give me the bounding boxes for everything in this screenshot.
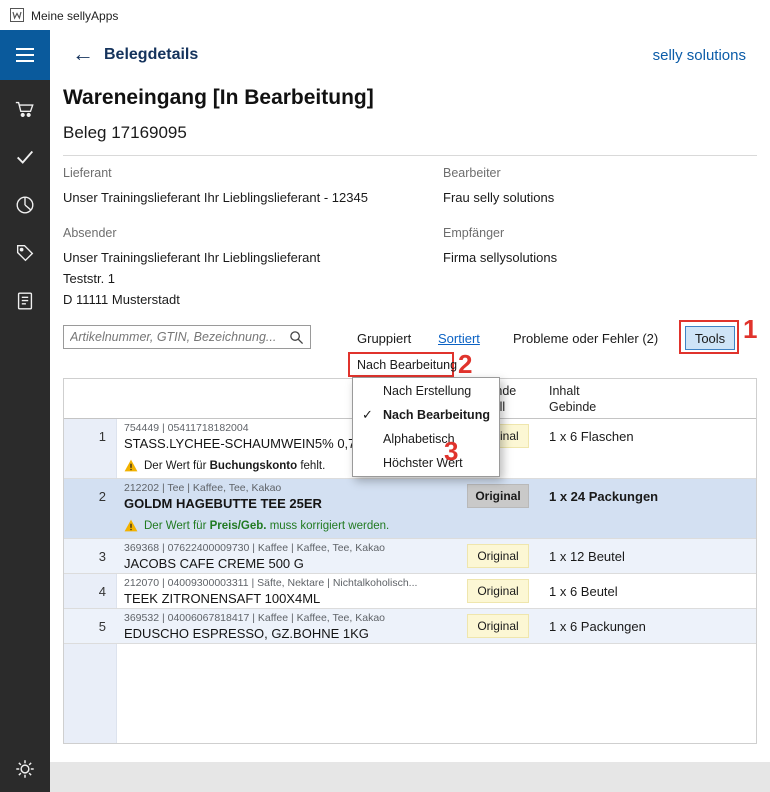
field-label: Lieferant <box>63 166 423 180</box>
article-meta: 369532 | 04006067818417 | Kaffee | Kaffe… <box>124 612 461 624</box>
annotation-number-3: 3 <box>444 436 458 467</box>
content-cell: 1 x 24 Packungen <box>541 479 756 513</box>
article-cell: 369368 | 07622400009730 | Kaffee | Kaffe… <box>116 539 461 573</box>
article-meta: 212202 | Tee | Kaffee, Tee, Kakao <box>124 482 461 494</box>
brand-label: selly solutions <box>653 47 746 64</box>
settings-icon[interactable] <box>0 754 50 784</box>
search-icon[interactable] <box>289 330 304 345</box>
sidebar <box>0 30 50 792</box>
article-name: JACOBS CAFE CREME 500 G <box>124 556 461 571</box>
field-label: Empfänger <box>443 226 770 240</box>
article-cell: 212070 | 04009300003311 | Säfte, Nektare… <box>116 574 461 608</box>
article-meta: 369368 | 07622400009730 | Kaffee | Kaffe… <box>124 542 461 554</box>
menu-item-nach-erstellung[interactable]: Nach Erstellung <box>353 379 499 403</box>
warning-icon <box>124 519 138 532</box>
annotation-number-1: 1 <box>743 314 757 345</box>
annotation-number-2: 2 <box>458 349 472 380</box>
status-badge[interactable]: Original <box>467 544 529 568</box>
search-input[interactable] <box>64 330 289 344</box>
check-icon[interactable] <box>0 142 50 172</box>
field-value: Unser Trainingslieferant Ihr Lieblingsli… <box>63 247 423 268</box>
header-line: Inhalt <box>549 383 756 399</box>
menu-icon[interactable] <box>0 30 50 80</box>
window-title: Meine sellyApps <box>31 9 118 23</box>
article-name: GOLDM HAGEBUTTE TEE 25ER <box>124 496 461 511</box>
pivot-sortiert[interactable]: Sortiert <box>438 331 480 346</box>
document-title: Wareneingang [In Bearbeitung] <box>63 86 374 110</box>
divider <box>63 155 757 156</box>
table-row[interactable]: 5 369532 | 04006067818417 | Kaffee | Kaf… <box>64 609 756 644</box>
field-label: Absender <box>63 226 423 240</box>
header-cell-num <box>64 379 116 418</box>
content-cell: 1 x 6 Packungen <box>541 609 756 643</box>
annotation-box-1: Tools <box>679 320 739 354</box>
field-value: Unser Trainingslieferant Ihr Lieblingsli… <box>63 187 423 208</box>
article-name: TEEK ZITRONENSAFT 100X4ML <box>124 591 461 606</box>
content-cell: 1 x 6 Beutel <box>541 574 756 608</box>
menu-item-nach-bearbeitung[interactable]: ✓ Nach Bearbeitung <box>353 403 499 427</box>
menu-item-label: Nach Erstellung <box>383 384 471 398</box>
table-row[interactable]: 4 212070 | 04009300003311 | Säfte, Nekta… <box>64 574 756 609</box>
status-badge[interactable]: Original <box>467 484 529 508</box>
field-label: Bearbeiter <box>443 166 770 180</box>
book-icon[interactable] <box>0 286 50 316</box>
search-box <box>63 325 311 349</box>
content-cell: 1 x 6 Flaschen <box>541 419 756 453</box>
tag-icon[interactable] <box>0 238 50 268</box>
table-empty-area <box>64 644 756 743</box>
sort-dropdown-value: Nach Bearbeitung <box>350 358 457 372</box>
menu-item-hoechster-wert[interactable]: Höchster Wert <box>353 451 499 475</box>
article-cell: 369532 | 04006067818417 | Kaffee | Kaffe… <box>116 609 461 643</box>
row-number: 5 <box>64 609 116 643</box>
document-number: Beleg 17169095 <box>63 123 187 143</box>
cart-icon[interactable] <box>0 94 50 124</box>
warning-text: Der Wert für Preis/Geb. muss korrigiert … <box>144 520 389 532</box>
field-value: Frau selly solutions <box>443 187 770 208</box>
field-value: Teststr. 1 <box>63 268 423 289</box>
row-number: 4 <box>64 574 116 608</box>
content-cell: 1 x 12 Beutel <box>541 539 756 573</box>
article-meta: 212070 | 04009300003311 | Säfte, Nektare… <box>124 577 461 589</box>
table-row-selected[interactable]: 2 212202 | Tee | Kaffee, Tee, Kakao GOLD… <box>64 479 756 539</box>
status-badge[interactable]: Original <box>467 614 529 638</box>
back-icon[interactable]: ← <box>72 41 94 67</box>
app-header: ← Belegdetails selly solutions <box>50 30 770 80</box>
sort-dropdown[interactable]: Nach Bearbeitung <box>348 352 454 377</box>
menu-item-alphabetisch[interactable]: Alphabetisch <box>353 427 499 451</box>
table-row[interactable]: 3 369368 | 07622400009730 | Kaffee | Kaf… <box>64 539 756 574</box>
header-cell-inhalt-gebinde: Inhalt Gebinde <box>541 379 756 418</box>
field-lieferant: Lieferant Unser Trainingslieferant Ihr L… <box>63 166 423 208</box>
field-absender: Absender Unser Trainingslieferant Ihr Li… <box>63 226 423 310</box>
pivot-probleme-oder-fehler[interactable]: Probleme oder Fehler (2) <box>513 331 658 346</box>
status-bar <box>50 762 770 792</box>
row-number: 1 <box>64 419 116 453</box>
pivot-gruppiert[interactable]: Gruppiert <box>357 331 411 346</box>
menu-item-label: Nach Bearbeitung <box>383 408 490 422</box>
field-empfaenger: Empfänger Firma sellysolutions <box>443 226 770 268</box>
app-icon <box>10 8 24 22</box>
sort-menu: Nach Erstellung ✓ Nach Bearbeitung Alpha… <box>352 377 500 477</box>
field-value: Firma sellysolutions <box>443 247 770 268</box>
page-title: Belegdetails <box>104 46 198 64</box>
article-name: EDUSCHO ESPRESSO, GZ.BOHNE 1KG <box>124 626 461 641</box>
warning-text: Der Wert für Buchungskonto fehlt. <box>144 460 325 472</box>
pie-chart-icon[interactable] <box>0 190 50 220</box>
status-badge[interactable]: Original <box>467 579 529 603</box>
row-number: 2 <box>64 479 116 513</box>
article-cell: 212202 | Tee | Kaffee, Tee, Kakao GOLDM … <box>116 479 461 513</box>
checkmark-icon: ✓ <box>362 403 373 427</box>
field-bearbeiter: Bearbeiter Frau selly solutions <box>443 166 770 208</box>
header-line: Gebinde <box>549 399 756 415</box>
field-value: D 11111 Musterstadt <box>63 289 423 310</box>
tools-button[interactable]: Tools <box>685 326 735 350</box>
warning-icon <box>124 459 138 472</box>
warning-row: Der Wert für Preis/Geb. muss korrigiert … <box>64 513 756 538</box>
row-number: 3 <box>64 539 116 573</box>
titlebar: Meine sellyApps <box>0 0 770 30</box>
